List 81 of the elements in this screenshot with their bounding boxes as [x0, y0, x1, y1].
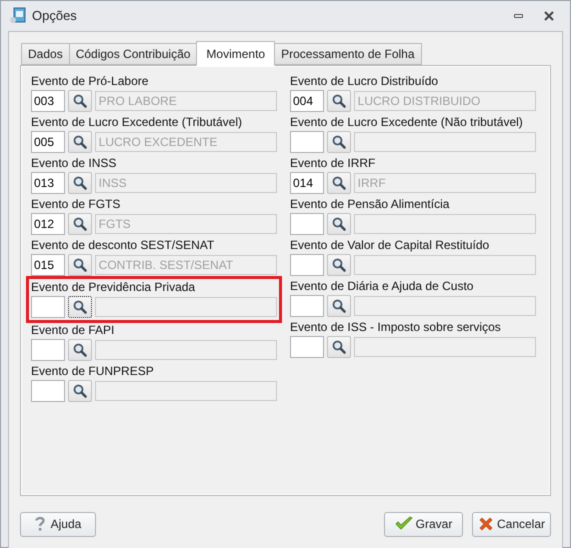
- field-label: Evento de FGTS: [31, 197, 122, 211]
- search-button[interactable]: [68, 380, 92, 402]
- search-button[interactable]: [327, 295, 351, 317]
- search-icon: [72, 135, 87, 149]
- description-field[interactable]: [354, 296, 536, 316]
- field-label: Evento de Previdência Privada: [31, 280, 196, 294]
- description-field[interactable]: [354, 337, 536, 357]
- code-field[interactable]: 003: [31, 90, 65, 112]
- search-icon: [72, 300, 87, 314]
- code-field[interactable]: [290, 254, 324, 276]
- search-icon: [72, 176, 87, 190]
- code-field[interactable]: [290, 131, 324, 153]
- cross-icon: [478, 516, 494, 532]
- description-field[interactable]: [354, 214, 536, 234]
- search-button[interactable]: [68, 131, 92, 153]
- search-button[interactable]: [327, 172, 351, 194]
- code-field[interactable]: [290, 213, 324, 235]
- save-button[interactable]: Gravar: [384, 512, 463, 536]
- code-field[interactable]: 015: [31, 254, 65, 276]
- search-icon: [332, 94, 346, 108]
- search-button[interactable]: [68, 339, 92, 361]
- field-label: Evento de INSS: [31, 156, 118, 170]
- search-button[interactable]: [68, 213, 92, 235]
- description-field[interactable]: [94, 297, 277, 317]
- field-label: Evento de FUNPRESP: [31, 364, 155, 378]
- search-icon: [72, 258, 87, 272]
- search-icon: [332, 299, 346, 313]
- field-label: Evento de Valor de Capital Restituído: [290, 238, 490, 252]
- field-label: Evento de Lucro Excedente (Tributável): [31, 115, 244, 129]
- field-label: Evento de IRRF: [290, 156, 376, 170]
- search-icon: [332, 258, 346, 272]
- code-field[interactable]: 014: [290, 172, 324, 194]
- code-field[interactable]: [31, 296, 65, 318]
- description-field[interactable]: [354, 255, 536, 275]
- code-field[interactable]: [290, 336, 324, 358]
- search-icon: [72, 217, 87, 231]
- search-button[interactable]: [327, 336, 351, 358]
- search-button[interactable]: [327, 131, 351, 153]
- search-button[interactable]: [68, 90, 92, 112]
- tab[interactable]: Processamento de Folha: [274, 43, 422, 65]
- close-icon: [543, 10, 555, 22]
- app-icon: [9, 7, 27, 25]
- code-field[interactable]: 013: [31, 172, 65, 194]
- search-icon: [332, 340, 346, 354]
- description-field[interactable]: [94, 381, 277, 401]
- search-icon: [72, 384, 87, 398]
- help-button[interactable]: Ajuda: [20, 512, 96, 536]
- field-label: Evento de Lucro Excedente (Não tributável): [290, 115, 524, 129]
- tab[interactable]: Códigos Contribuição: [68, 43, 198, 65]
- search-button[interactable]: [68, 172, 92, 194]
- field-label: Evento de ISS - Imposto sobre serviços: [290, 320, 502, 334]
- code-field[interactable]: 012: [31, 213, 65, 235]
- window-title: Opções: [32, 7, 77, 26]
- search-icon: [72, 94, 87, 108]
- search-button[interactable]: [68, 254, 92, 276]
- search-icon: [332, 135, 346, 149]
- search-button[interactable]: [68, 296, 92, 318]
- field-label: Evento de Pró-Labore: [31, 74, 150, 88]
- code-field[interactable]: [31, 380, 65, 402]
- cancel-button[interactable]: Cancelar: [472, 512, 551, 536]
- tab[interactable]: Dados: [21, 43, 70, 65]
- checkmark-icon: [394, 516, 413, 532]
- tab[interactable]: Movimento: [196, 41, 276, 66]
- field-label: Evento de desconto SEST/SENAT: [31, 238, 216, 252]
- field-label: Evento de Pensão Alimentícia: [290, 197, 450, 211]
- search-button[interactable]: [327, 213, 351, 235]
- description-field[interactable]: [94, 340, 277, 360]
- description-field[interactable]: [354, 132, 536, 152]
- search-icon: [72, 343, 87, 357]
- search-button[interactable]: [327, 254, 351, 276]
- search-icon: [332, 176, 346, 190]
- code-field[interactable]: [290, 295, 324, 317]
- field-label: Evento de Diária e Ajuda de Custo: [290, 279, 474, 293]
- search-button[interactable]: [327, 90, 351, 112]
- question-icon: [34, 516, 45, 532]
- code-field[interactable]: 005: [31, 131, 65, 153]
- code-field[interactable]: [31, 339, 65, 361]
- code-field[interactable]: 004: [290, 90, 324, 112]
- search-icon: [332, 217, 346, 231]
- field-label: Evento de Lucro Distribuído: [290, 74, 440, 88]
- field-label: Evento de FAPI: [31, 323, 116, 337]
